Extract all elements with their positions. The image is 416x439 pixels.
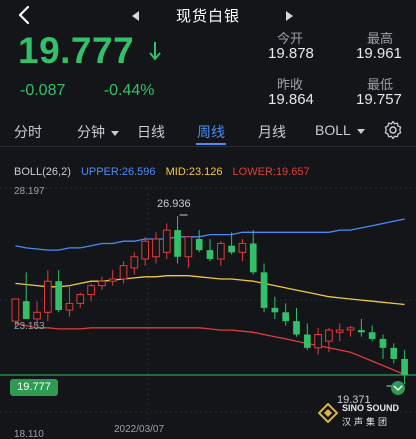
candle-body [22,301,30,319]
logo-text: SINO SOUND [342,403,400,413]
tab-indicator-label: BOLL [315,122,351,138]
tab-indicator-select[interactable]: BOLL [315,122,365,138]
page-title: 现货白银 [175,7,240,25]
period-tabs: 分时 分钟 日线 周线 月线 BOLL [0,116,416,147]
candle-body [358,330,365,333]
back-arrow-icon[interactable] [14,4,36,26]
price-change: -0.087 [20,82,66,99]
current-price: 19.777 [18,30,135,71]
candle-body [379,338,387,348]
candle-body [76,294,85,304]
x-axis-date-label: 2022/03/07 [114,424,164,435]
chart-grid [0,187,416,422]
down-arrow-icon [149,42,161,61]
candle-body [346,327,355,331]
candle-body [228,245,235,253]
boll-mid: MID:23.126 [165,166,223,178]
logo-subtext: 汉声集团 [342,417,391,427]
prev-close-value: 19.864 [268,91,314,108]
boll-upper: UPPER:26.596 [80,166,156,178]
boll-lower: LOWER:19.657 [232,166,310,178]
candle-body [216,242,225,260]
tab-timeshare[interactable]: 分时 [14,122,42,142]
scroll-to-latest-icon[interactable] [390,380,406,396]
y-axis-mid-label: 23.153 [14,321,45,332]
candle-body [335,329,344,333]
candle-body [249,243,257,273]
candle-body [98,280,106,287]
top-bar: 现货白银 [0,0,416,30]
boll-lower-line [15,322,405,376]
open-value: 19.878 [268,45,314,62]
candle-body [282,312,290,322]
candle-body [33,311,41,320]
boll-legend: BOLL(26,2) UPPER:26.596 MID:23.126 LOWER… [14,166,317,178]
candle-body [390,347,398,359]
candle-body [174,230,181,257]
candle-body [195,239,203,251]
candle-body [303,334,311,348]
candle-body [65,302,74,311]
candle-body [238,242,247,253]
candle-body [11,298,20,322]
settings-gear-icon[interactable] [383,120,403,140]
candle-body [141,240,149,260]
candle-body [184,236,193,258]
candle-body [325,329,333,342]
y-axis-top-label: 28.197 [14,186,45,197]
candlestick-chart[interactable]: 28.197 23.153 18.110 2022/03/07 26.936 1… [0,180,416,439]
next-instrument-icon[interactable] [286,11,293,21]
chevron-down-icon [111,130,119,136]
tab-monthly[interactable]: 月线 [258,122,286,142]
current-price-tag: 19.777 [10,379,58,396]
candle-body [43,280,52,313]
candle-body [314,333,322,349]
candle-body [271,307,279,313]
logo-diamond-icon [317,402,339,424]
candle-body [293,321,300,335]
candle-body [108,278,117,282]
prev-instrument-icon[interactable] [132,11,139,21]
candle-body [162,229,171,253]
low-value: 19.757 [356,91,402,108]
candle-body [55,281,62,311]
candle-body [130,256,139,269]
price-change-row: -0.087 -0.44% [20,82,155,100]
chart-overlays [0,214,416,387]
y-axis-bottom-label: 18.110 [14,429,44,439]
tab-minute-label: 分钟 [77,124,105,140]
tab-minute[interactable]: 分钟 [77,122,119,142]
active-tab-indicator [196,143,226,145]
boll-params: BOLL(26,2) [14,166,71,178]
tab-weekly[interactable]: 周线 [197,122,225,142]
candle-body [119,265,128,280]
high-marker-label: 26.936 [157,198,191,210]
tab-daily[interactable]: 日线 [137,122,165,142]
high-value: 19.961 [356,45,402,62]
sino-sound-logo: SINO SOUND 汉声集团 [317,402,399,428]
price-change-percent: -0.44% [103,82,155,99]
candle-body [206,250,214,259]
candle-body [152,238,160,258]
candle-body [401,358,408,375]
candle-body [368,332,376,339]
chevron-down-icon [356,128,365,134]
quote-summary: 19.777 -0.087 -0.44% [18,30,161,99]
candle-body [260,272,268,308]
candle-body [87,285,95,296]
